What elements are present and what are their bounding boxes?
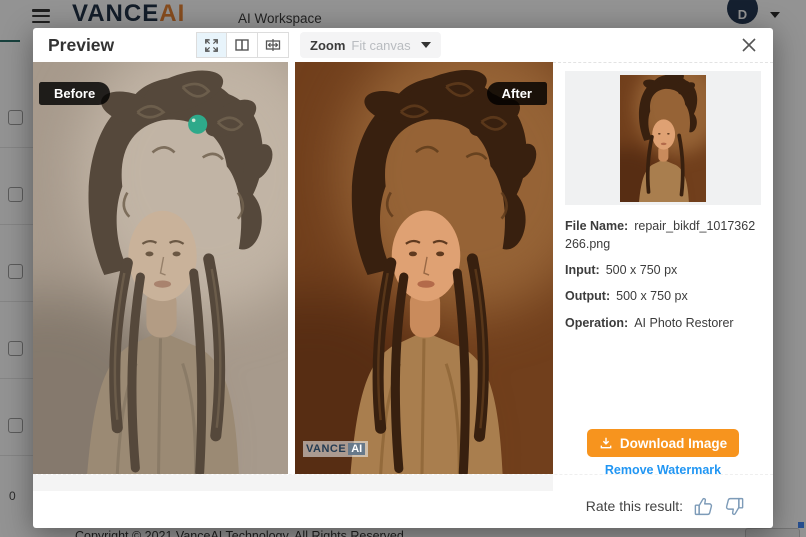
fit-screen-button[interactable] bbox=[196, 32, 227, 58]
thumbs-up-icon bbox=[693, 496, 714, 517]
compare-slider-icon bbox=[265, 38, 281, 52]
split-view-icon bbox=[234, 38, 250, 52]
operation-row: Operation: AI Photo Restorer bbox=[565, 314, 761, 332]
compare-slider-button[interactable] bbox=[258, 32, 289, 58]
operation-value: AI Photo Restorer bbox=[634, 316, 733, 330]
result-sidebar: File Name:repair_bikdf_1017362266.png In… bbox=[553, 62, 773, 474]
close-button[interactable] bbox=[738, 34, 760, 56]
view-mode-button-group bbox=[196, 32, 289, 58]
output-row: Output: 500 x 750 px bbox=[565, 287, 761, 305]
split-view-button[interactable] bbox=[227, 32, 258, 58]
result-info: File Name:repair_bikdf_1017362266.png In… bbox=[565, 217, 761, 332]
after-image bbox=[295, 62, 553, 474]
before-badge: Before bbox=[39, 82, 110, 105]
download-image-button[interactable]: Download Image bbox=[587, 429, 739, 457]
download-button-label: Download Image bbox=[620, 436, 727, 451]
preview-modal: Preview bbox=[33, 28, 773, 528]
watermark-accent: AI bbox=[348, 443, 365, 455]
result-thumbnail bbox=[620, 75, 706, 202]
operation-label: Operation: bbox=[565, 316, 628, 330]
input-value: 500 x 750 px bbox=[606, 263, 678, 277]
thumbs-down-icon bbox=[724, 496, 745, 517]
zoom-value: Fit canvas bbox=[351, 38, 410, 53]
close-icon bbox=[741, 37, 757, 53]
expand-arrows-icon bbox=[204, 38, 219, 53]
watermark-primary: VANCE bbox=[306, 443, 346, 455]
thumbs-up-button[interactable] bbox=[692, 495, 714, 517]
download-icon bbox=[599, 436, 613, 450]
rate-label: Rate this result: bbox=[586, 498, 683, 514]
canvas-bottom-strip bbox=[33, 475, 553, 491]
after-image-pane[interactable]: After VANCE AI bbox=[295, 62, 553, 474]
preview-modal-header: Preview bbox=[33, 28, 773, 62]
chevron-down-icon bbox=[421, 42, 431, 48]
preview-content: Before bbox=[33, 62, 773, 474]
output-label: Output: bbox=[565, 289, 610, 303]
output-value: 500 x 750 px bbox=[616, 289, 688, 303]
modal-title: Preview bbox=[48, 35, 114, 56]
input-row: Input: 500 x 750 px bbox=[565, 261, 761, 279]
thumbnail-panel bbox=[565, 71, 761, 205]
zoom-label: Zoom bbox=[310, 38, 345, 53]
rate-row: Rate this result: bbox=[586, 495, 745, 517]
before-image-pane[interactable]: Before bbox=[33, 62, 288, 474]
thumbs-down-button[interactable] bbox=[723, 495, 745, 517]
modal-footer: Rate this result: bbox=[33, 474, 773, 528]
after-badge: After bbox=[487, 82, 547, 105]
input-label: Input: bbox=[565, 263, 600, 277]
zoom-dropdown[interactable]: Zoom Fit canvas bbox=[300, 32, 441, 58]
vanceai-watermark: VANCE AI bbox=[303, 441, 368, 457]
file-name-label: File Name: bbox=[565, 219, 628, 233]
file-name-row: File Name:repair_bikdf_1017362266.png bbox=[565, 217, 761, 253]
before-image bbox=[33, 62, 288, 474]
